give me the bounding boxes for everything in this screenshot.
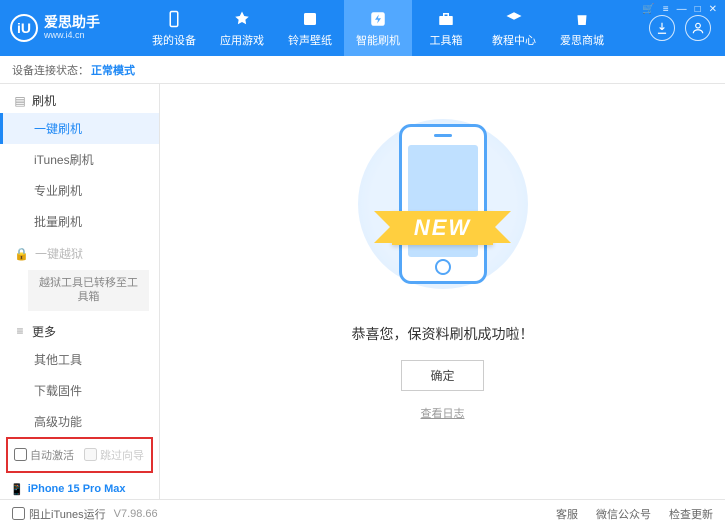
user-button[interactable] (685, 15, 711, 41)
success-message: 恭喜您，保资料刷机成功啦！ (352, 324, 534, 344)
more-icon: ≡ (14, 324, 26, 338)
close-icon[interactable]: ✕ (709, 4, 717, 15)
nav-tutorials[interactable]: 教程中心 (480, 0, 548, 56)
lock-icon: 🔒 (14, 247, 29, 261)
minimize-icon[interactable]: — (677, 4, 687, 15)
app-logo: iU 爱思助手 www.i4.cn (0, 14, 140, 42)
sidebar-item-oneclick-flash[interactable]: 一键刷机 (0, 113, 159, 144)
tutorial-icon (504, 9, 524, 29)
sidebar-item-batch-flash[interactable]: 批量刷机 (0, 206, 159, 237)
nav-store[interactable]: 爱思商城 (548, 0, 616, 56)
ok-button[interactable]: 确定 (401, 360, 483, 391)
device-icon (164, 9, 184, 29)
nav-toolbox[interactable]: 工具箱 (412, 0, 480, 56)
device-name[interactable]: 📱 iPhone 15 Pro Max (10, 483, 151, 496)
sidebar-item-advanced[interactable]: 高级功能 (0, 406, 159, 437)
device-status-bar: 设备连接状态： 正常模式 (0, 56, 725, 84)
jailbreak-moved-note: 越狱工具已转移至工具箱 (28, 270, 149, 311)
footer-support[interactable]: 客服 (556, 506, 578, 522)
nav-ringtones[interactable]: 铃声壁纸 (276, 0, 344, 56)
version-label: V7.98.66 (114, 508, 158, 520)
apps-icon (232, 9, 252, 29)
nav-smart-flash[interactable]: 智能刷机 (344, 0, 412, 56)
footer-check-update[interactable]: 检查更新 (669, 506, 713, 522)
connection-mode: 正常模式 (91, 62, 135, 78)
maximize-icon[interactable]: □ (695, 4, 701, 15)
nav-apps-games[interactable]: 应用游戏 (208, 0, 276, 56)
list-icon: ▤ (14, 94, 26, 108)
app-name: 爱思助手 (44, 15, 100, 30)
sidebar-section-flash[interactable]: ▤ 刷机 (0, 84, 159, 113)
store-icon (572, 9, 592, 29)
footer-wechat[interactable]: 微信公众号 (596, 506, 651, 522)
logo-icon: iU (10, 14, 38, 42)
options-highlight-box: 自动激活 跳过向导 (6, 437, 153, 473)
sidebar-item-pro-flash[interactable]: 专业刷机 (0, 175, 159, 206)
cart-icon[interactable]: 🛒 (642, 4, 654, 15)
sidebar-item-download-firmware[interactable]: 下载固件 (0, 375, 159, 406)
ringtone-icon (300, 9, 320, 29)
app-url: www.i4.cn (44, 31, 100, 41)
flash-icon (368, 9, 388, 29)
new-ribbon: NEW (392, 211, 493, 245)
download-button[interactable] (649, 15, 675, 41)
checkbox-auto-activate[interactable]: 自动激活 (14, 447, 74, 463)
menu-icon[interactable]: ≡ (663, 4, 669, 15)
view-log-link[interactable]: 查看日志 (421, 405, 465, 421)
nav-my-device[interactable]: 我的设备 (140, 0, 208, 56)
toolbox-icon (436, 9, 456, 29)
sidebar-section-more[interactable]: ≡ 更多 (0, 315, 159, 344)
sidebar-item-itunes-flash[interactable]: iTunes刷机 (0, 144, 159, 175)
sidebar-item-other-tools[interactable]: 其他工具 (0, 344, 159, 375)
phone-icon: 📱 (10, 483, 24, 496)
success-illustration: NEW (348, 104, 538, 304)
sidebar-section-jailbreak: 🔒 一键越狱 (0, 237, 159, 266)
checkbox-skip-guide[interactable]: 跳过向导 (84, 447, 144, 463)
checkbox-block-itunes[interactable]: 阻止iTunes运行 (12, 506, 106, 522)
